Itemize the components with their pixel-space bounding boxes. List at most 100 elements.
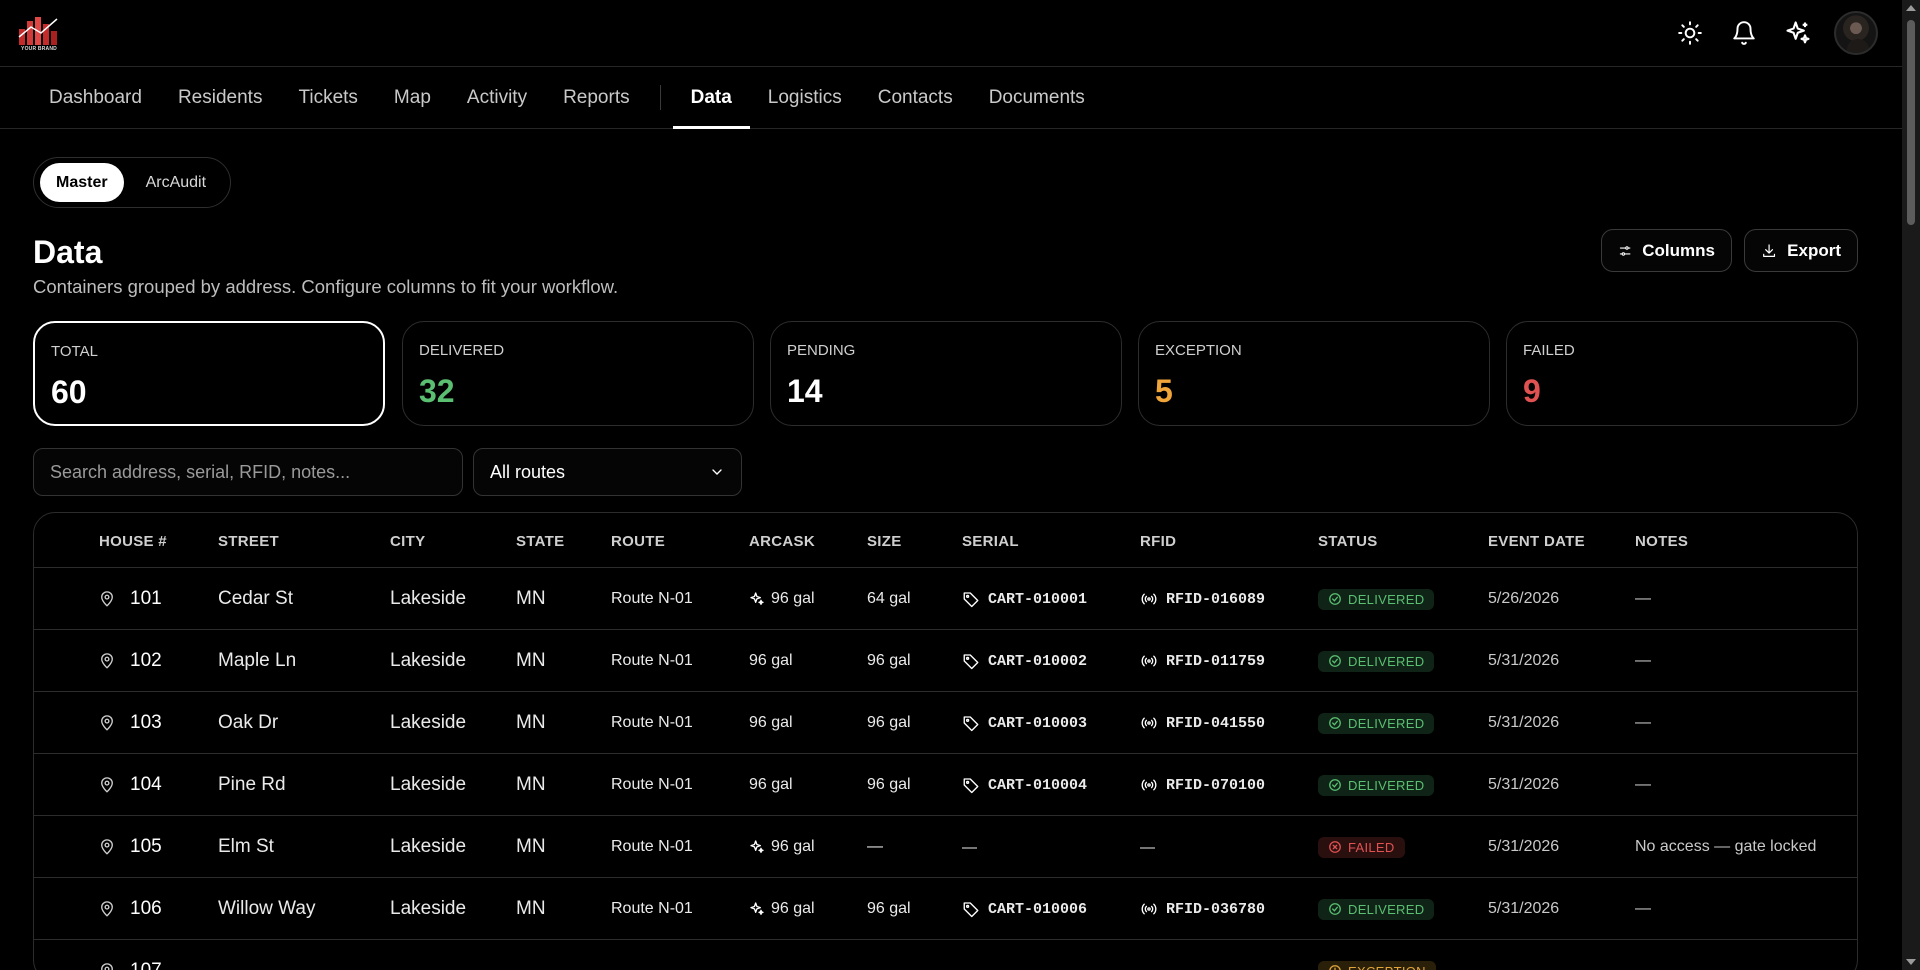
city-cell: Lakeside	[390, 774, 467, 795]
alert-circle-icon	[1328, 964, 1342, 970]
check-circle-icon	[1328, 902, 1342, 916]
city-cell: Lakeside	[390, 650, 467, 671]
segment-arcaudit[interactable]: ArcAudit	[130, 163, 222, 202]
segment-master[interactable]: Master	[40, 163, 124, 202]
street-cell: Maple Ln	[218, 650, 297, 671]
notes-cell: —	[1635, 652, 1651, 669]
column-header-event-date[interactable]: EVENT DATE	[1488, 533, 1585, 550]
theme-toggle-sun-icon[interactable]	[1672, 15, 1708, 51]
sliders-icon	[1619, 245, 1631, 256]
status-badge: DELIVERED	[1318, 650, 1435, 672]
column-header-state[interactable]: STATE	[516, 533, 564, 550]
size-cell: 64 gal	[867, 590, 911, 607]
scrollbar-thumb[interactable]	[1907, 20, 1915, 225]
ai-sparkles-icon[interactable]	[1780, 15, 1816, 51]
size-cell: 96 gal	[867, 714, 911, 731]
route-filter-select[interactable]: All routes	[473, 448, 742, 496]
table-row[interactable]: 101 Cedar St Lakeside MN Route N-01 96 gal 64 …	[34, 568, 1857, 630]
event-date-cell: 5/31/2026	[1488, 652, 1560, 669]
arcask-value: 96 gal	[771, 838, 815, 855]
city-cell: Lakeside	[390, 898, 467, 919]
table-row[interactable]: 106 Willow Way Lakeside MN Route N-01 96 gal 9…	[34, 878, 1857, 940]
location-pin-icon	[98, 589, 116, 614]
stat-label: EXCEPTION	[1155, 342, 1242, 359]
status-cell: FAILED	[1318, 816, 1405, 878]
column-header-status[interactable]: STATUS	[1318, 533, 1378, 550]
view-segmented-control: Master ArcAudit	[33, 157, 231, 208]
brand-logo-icon	[18, 17, 58, 45]
table-row[interactable]: 107 EXCEPTION	[34, 940, 1857, 970]
house-number: 107	[130, 940, 162, 970]
nav-separator	[659, 85, 661, 110]
scroll-down-arrow-icon[interactable]	[1906, 959, 1916, 965]
state-cell: MN	[516, 774, 546, 795]
top-bar: YOUR BRAND	[0, 0, 1902, 67]
stat-card-delivered[interactable]: DELIVERED 32	[402, 321, 754, 426]
column-header-city[interactable]: CITY	[390, 533, 425, 550]
table-row[interactable]: 105 Elm St Lakeside MN Route N-01 96 gal — — — FA…	[34, 816, 1857, 878]
table-row[interactable]: 104 Pine Rd Lakeside MN Route N-01 96 gal 96 g…	[34, 754, 1857, 816]
location-pin-icon	[98, 899, 116, 924]
nav-item-logistics[interactable]: Logistics	[750, 67, 860, 128]
notes-cell: —	[1635, 714, 1651, 731]
notifications-bell-icon[interactable]	[1726, 15, 1762, 51]
status-label: EXCEPTION	[1348, 964, 1426, 970]
house-number: 103	[130, 712, 162, 733]
nav-item-documents[interactable]: Documents	[971, 67, 1103, 128]
size-cell: 96 gal	[867, 776, 911, 793]
export-button[interactable]: Export	[1744, 229, 1858, 272]
stat-value: 60	[51, 374, 87, 410]
location-pin-icon	[98, 837, 116, 862]
serial-value: CART-010002	[988, 652, 1088, 670]
column-header-notes[interactable]: NOTES	[1635, 533, 1688, 550]
brand-logo[interactable]: YOUR BRAND	[16, 14, 62, 52]
column-header-street[interactable]: STREET	[218, 533, 279, 550]
serial-cell: CART-010003	[962, 692, 1087, 754]
nav-item-activity[interactable]: Activity	[449, 67, 545, 128]
route-cell: Route N-01	[611, 590, 693, 607]
nav-item-tickets[interactable]: Tickets	[280, 67, 375, 128]
nav-item-dashboard[interactable]: Dashboard	[31, 67, 160, 128]
page-scrollbar[interactable]	[1902, 0, 1920, 970]
nav-item-reports[interactable]: Reports	[545, 67, 648, 128]
table-row[interactable]: 103 Oak Dr Lakeside MN Route N-01 96 gal 96 ga…	[34, 692, 1857, 754]
arcask-value: 96 gal	[749, 652, 793, 669]
stat-card-pending[interactable]: PENDING 14	[770, 321, 1122, 426]
scroll-up-arrow-icon[interactable]	[1906, 5, 1916, 11]
serial-value: CART-010003	[988, 714, 1088, 732]
columns-button[interactable]: Columns	[1601, 229, 1732, 272]
size-cell: —	[867, 838, 883, 855]
state-cell: MN	[516, 712, 546, 733]
status-badge: DELIVERED	[1318, 774, 1435, 796]
stat-card-total[interactable]: TOTAL 60	[33, 321, 385, 426]
nav-item-contacts[interactable]: Contacts	[860, 67, 971, 128]
event-date-cell: 5/26/2026	[1488, 590, 1560, 607]
serial-cell: CART-010001	[962, 568, 1087, 630]
stat-value: 32	[419, 373, 455, 409]
ai-sparkle-icon	[749, 901, 765, 917]
column-header-route[interactable]: ROUTE	[611, 533, 665, 550]
nav-item-data[interactable]: Data	[672, 67, 750, 129]
status-label: DELIVERED	[1348, 715, 1425, 731]
arcask-value: 96 gal	[749, 714, 793, 731]
column-header-arcask[interactable]: ARCASK	[749, 533, 815, 550]
column-header-house[interactable]: HOUSE #	[99, 533, 167, 550]
rfid-cell: RFID-016089	[1140, 568, 1265, 630]
column-header-size[interactable]: SIZE	[867, 533, 902, 550]
table-row[interactable]: 102 Maple Ln Lakeside MN Route N-01 96 gal 96 …	[34, 630, 1857, 692]
stat-card-failed[interactable]: FAILED 9	[1506, 321, 1858, 426]
nav-item-residents[interactable]: Residents	[160, 67, 281, 128]
house-number: 102	[130, 650, 162, 671]
brand-logo-text: YOUR BRAND	[21, 46, 57, 52]
rfid-cell: RFID-036780	[1140, 878, 1265, 940]
event-date-cell: 5/31/2026	[1488, 714, 1560, 731]
nav-item-map[interactable]: Map	[376, 67, 449, 128]
serial-cell: —	[962, 816, 977, 878]
search-input[interactable]	[33, 448, 463, 496]
column-header-rfid[interactable]: RFID	[1140, 533, 1176, 550]
street-cell: Elm St	[218, 836, 274, 857]
user-avatar[interactable]	[1834, 11, 1878, 55]
house-number: 101	[130, 588, 162, 609]
stat-card-exception[interactable]: EXCEPTION 5	[1138, 321, 1490, 426]
column-header-serial[interactable]: SERIAL	[962, 533, 1019, 550]
